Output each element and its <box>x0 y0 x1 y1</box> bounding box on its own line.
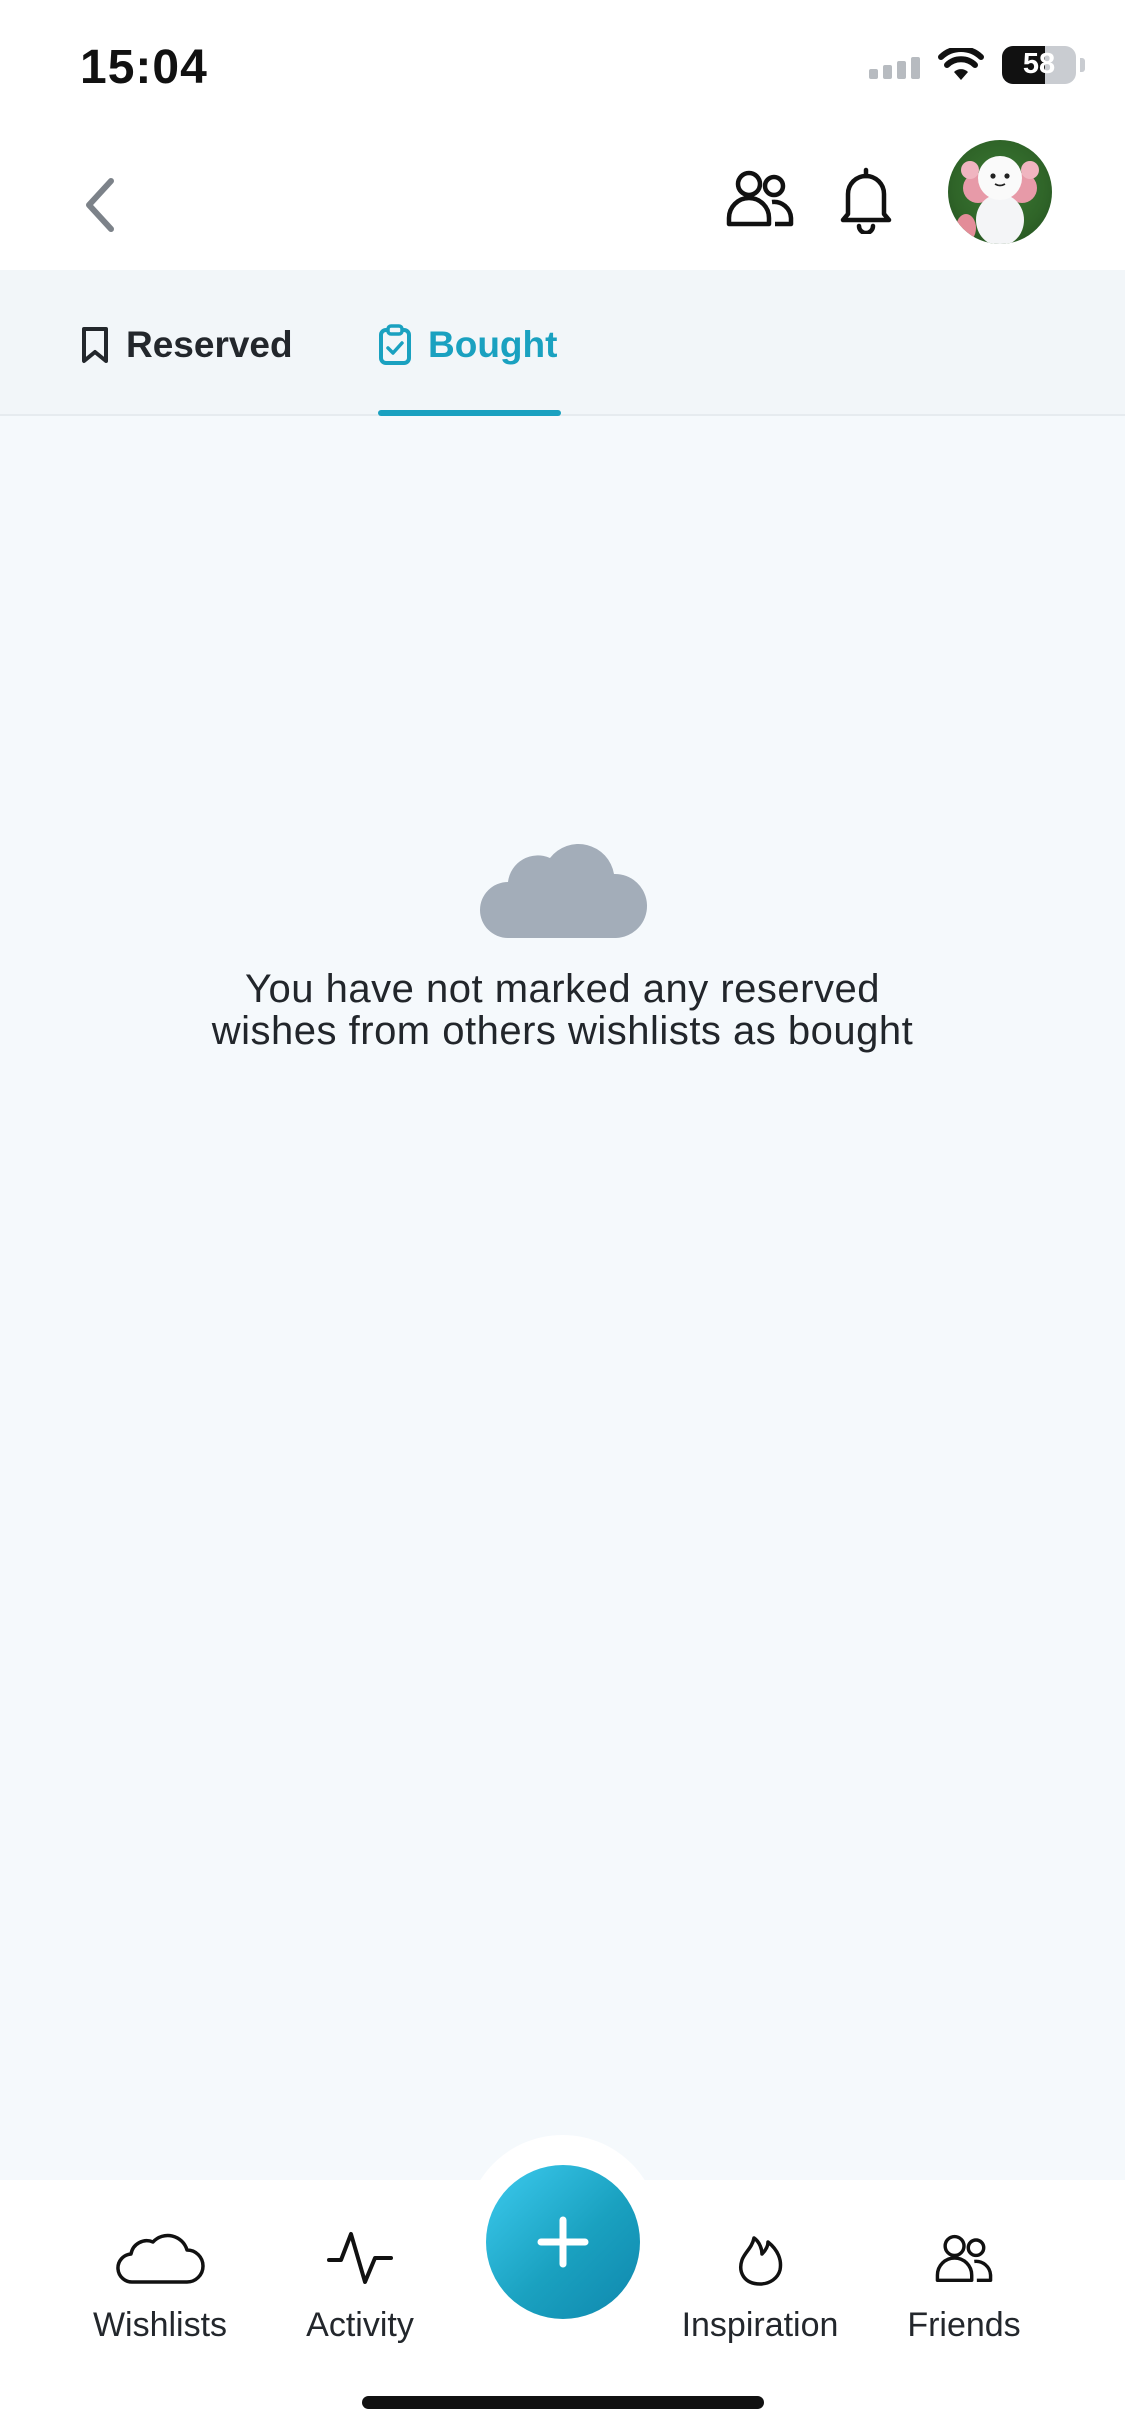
nav-activity[interactable]: Activity <box>260 2228 460 2345</box>
nav-friends-label: Friends <box>907 2306 1021 2344</box>
nav-inspiration-label: Inspiration <box>681 2306 839 2344</box>
battery-icon: 58 <box>1002 46 1076 84</box>
empty-state: You have not marked any reserved wishes … <box>0 830 1125 1052</box>
clipboard-check-icon <box>379 324 411 365</box>
people-icon <box>726 170 794 227</box>
tab-bought[interactable]: Bought <box>378 310 557 380</box>
nav-wishlists[interactable]: Wishlists <box>60 2228 260 2345</box>
active-tab-indicator <box>378 410 561 416</box>
activity-icon <box>327 2232 393 2284</box>
cloud-icon <box>479 843 647 938</box>
status-time: 15:04 <box>80 41 208 94</box>
nav-friends[interactable]: Friends <box>864 2228 1064 2345</box>
status-bar: 15:04 58 <box>0 0 1125 130</box>
empty-state-message: You have not marked any reserved wishes … <box>211 967 914 1053</box>
people-icon <box>935 2234 993 2282</box>
tab-bar: Reserved Bought <box>0 270 1125 416</box>
wifi-icon <box>938 48 984 80</box>
notifications-button[interactable] <box>826 156 906 242</box>
battery-level: 58 <box>1022 48 1056 80</box>
cellular-signal-icon <box>869 51 920 79</box>
header <box>0 130 1125 270</box>
friends-button[interactable] <box>720 158 800 238</box>
back-button[interactable] <box>70 170 130 240</box>
tab-bought-label: Bought <box>428 324 558 365</box>
tab-reserved[interactable]: Reserved <box>80 310 293 380</box>
profile-avatar[interactable] <box>948 140 1052 244</box>
plus-icon <box>537 2216 589 2268</box>
status-icons: 58 <box>869 46 1085 84</box>
nav-wishlists-label: Wishlists <box>92 2306 228 2344</box>
add-button[interactable] <box>486 2165 640 2319</box>
nav-activity-label: Activity <box>306 2306 414 2344</box>
cloud-outline-icon <box>116 2233 205 2284</box>
bell-icon <box>840 167 892 234</box>
chevron-left-icon <box>86 178 114 232</box>
battery-cap <box>1080 58 1085 72</box>
tab-reserved-label: Reserved <box>126 324 293 365</box>
avatar-image <box>956 156 1039 244</box>
flame-icon <box>739 2236 783 2286</box>
nav-inspiration[interactable]: Inspiration <box>660 2228 860 2345</box>
bookmark-icon <box>82 327 108 363</box>
home-indicator <box>362 2396 764 2409</box>
